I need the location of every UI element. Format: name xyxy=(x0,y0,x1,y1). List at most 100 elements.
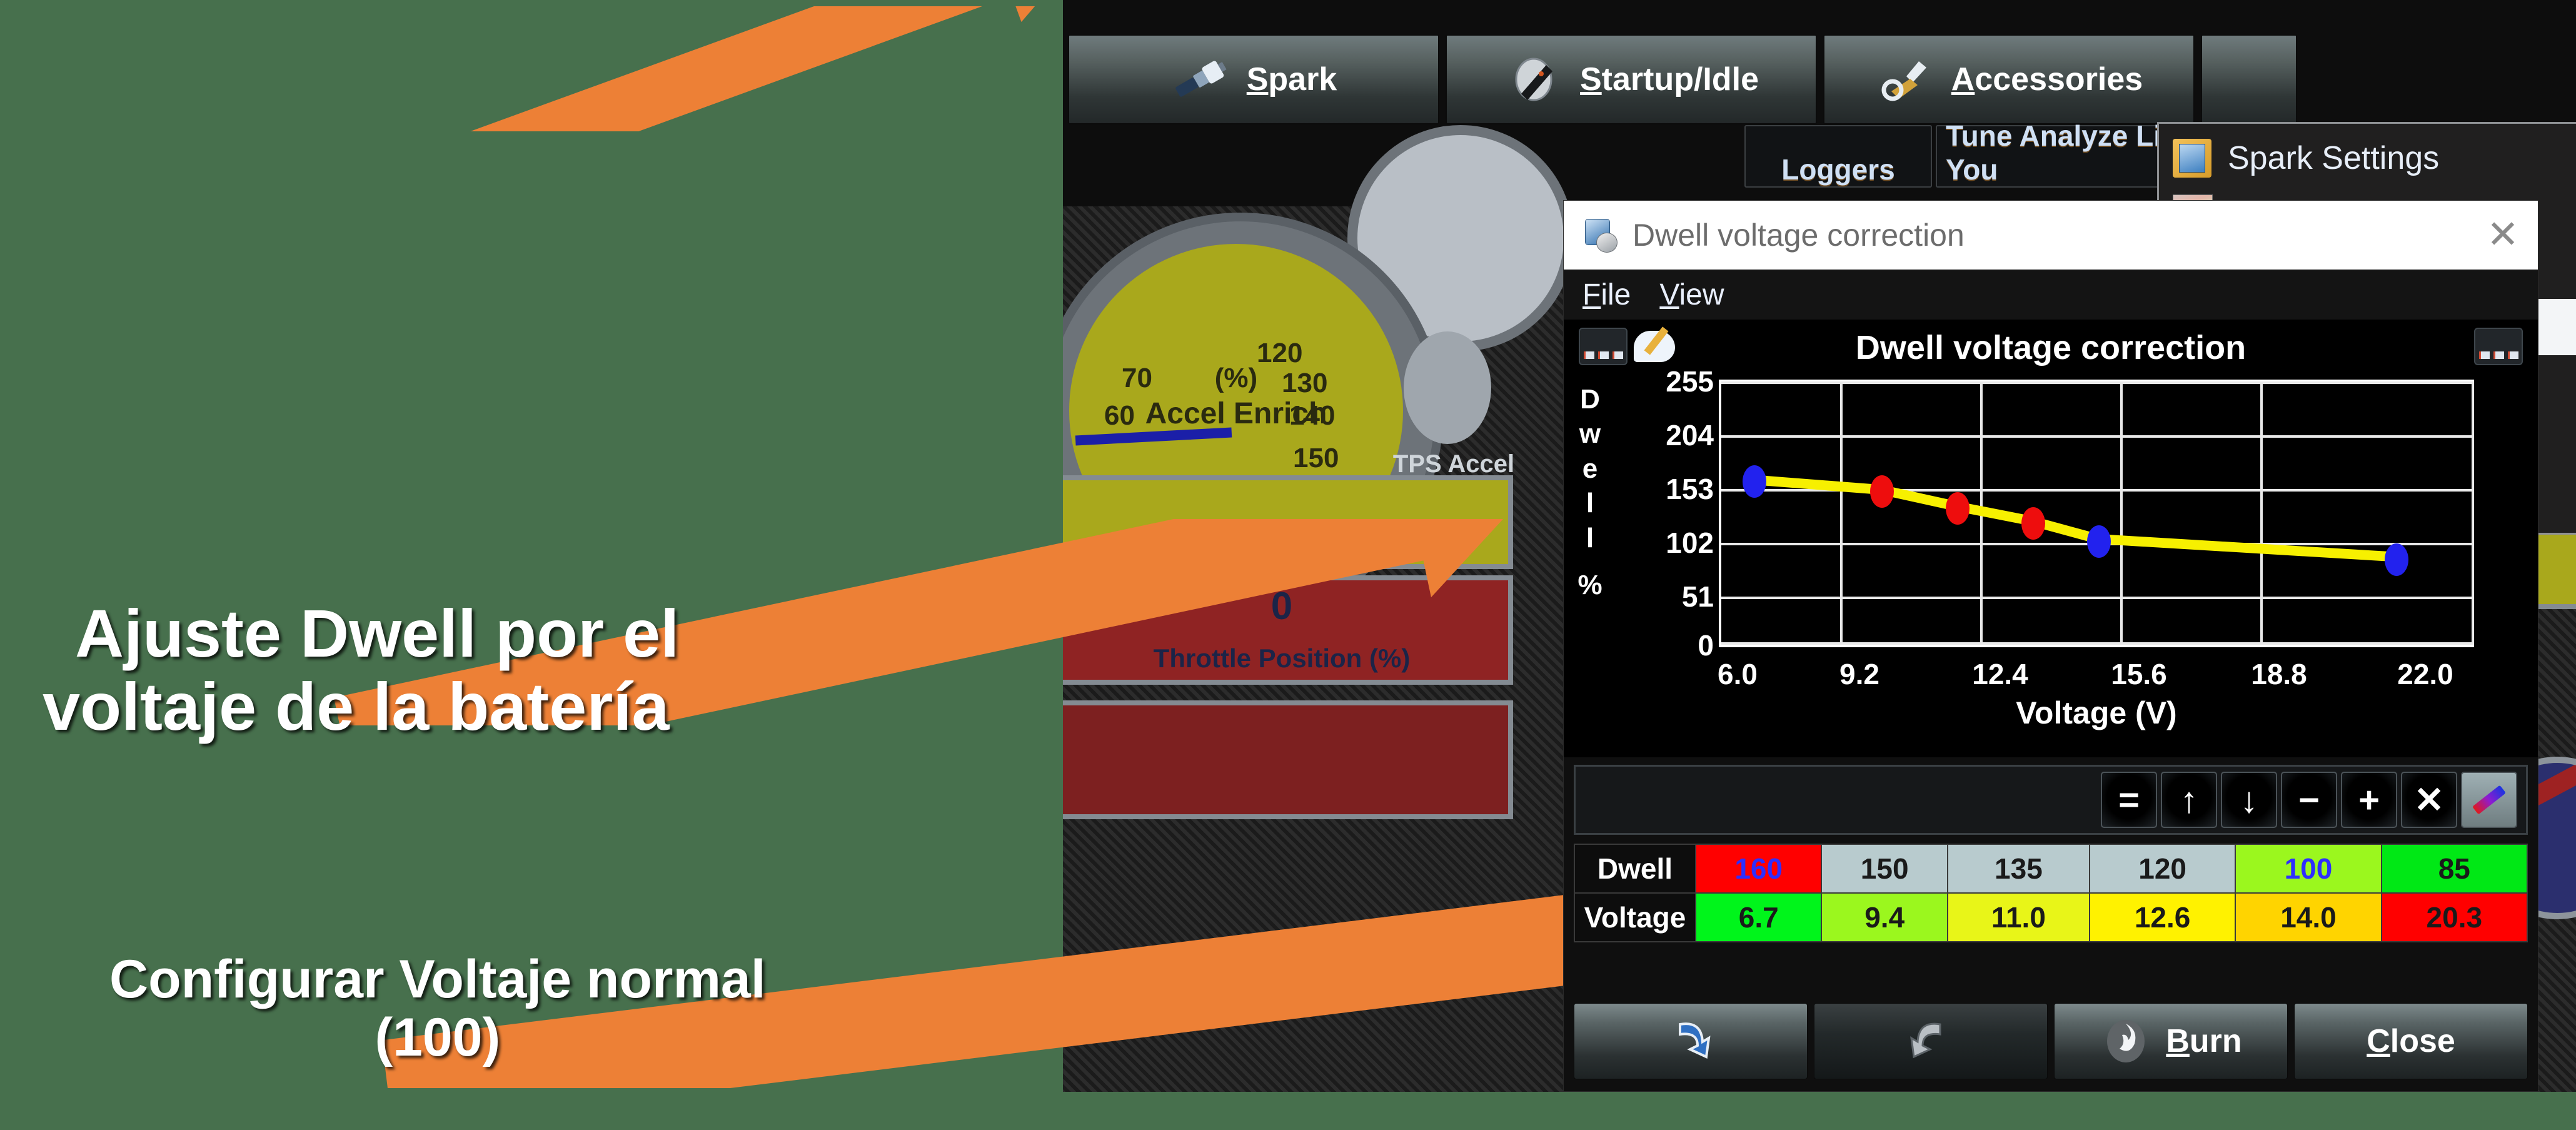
annotation-2-line1: Configurar Voltaje normal xyxy=(109,949,766,1009)
minus-button[interactable]: − xyxy=(2281,772,2337,828)
y-tick-0: 0 xyxy=(1698,629,1714,662)
chart-panel: Dwell voltage correction Dwell % 255 204… xyxy=(1564,320,2538,757)
app-window-icon xyxy=(1582,218,1618,253)
x-tick-6: 6.0 xyxy=(1718,658,1758,690)
main-tab-bar: Spark Startup/Idle Accessories xyxy=(1063,34,2576,124)
x-tick-22: 22.0 xyxy=(2397,658,2453,690)
row-header-voltage: Voltage xyxy=(1574,892,1696,942)
gauge-tick-120: 120 xyxy=(1257,338,1303,368)
tab-spark[interactable]: Spark xyxy=(1068,34,1439,124)
throttle-position-gauge: 0 Throttle Position (%) xyxy=(1063,575,1513,685)
plot-area[interactable] xyxy=(1719,380,2474,647)
gauge-tick-130: 130 xyxy=(1282,368,1328,398)
annotation-1-line1: Ajuste Dwell por el xyxy=(75,595,680,671)
annotation-text-1: Ajuste Dwell por el voltaje de la baterí… xyxy=(43,595,680,743)
table-row-dwell: Dwell 160 150 135 120 100 85 xyxy=(1574,844,2528,894)
subtab-loggers[interactable]: Loggers xyxy=(1744,125,1932,188)
dialog-title: Dwell voltage correction xyxy=(1633,218,1965,253)
cell-dwell-4[interactable]: 120 xyxy=(2088,844,2236,894)
undo-button[interactable] xyxy=(1574,1003,1808,1079)
dwell-voltage-table: Dwell 160 150 135 120 100 85 Voltage 6.7… xyxy=(1574,844,2528,942)
y-axis-tick-labels: 255 204 153 102 51 0 xyxy=(1601,365,1714,662)
cell-voltage-5[interactable]: 14.0 xyxy=(2235,892,2382,942)
cell-voltage-3[interactable]: 11.0 xyxy=(1946,892,2090,942)
increase-button[interactable]: ↑ xyxy=(2161,772,2217,828)
tps-accel-label: TPS Accel xyxy=(1392,450,1515,478)
tab-startup-idle-label: Startup/Idle xyxy=(1579,61,1759,98)
tab-startup-idle[interactable]: Startup/Idle xyxy=(1446,34,1817,124)
cell-dwell-6[interactable]: 85 xyxy=(2380,844,2528,894)
delete-button[interactable]: ✕ xyxy=(2401,772,2457,828)
y-tick-153: 153 xyxy=(1666,473,1714,505)
data-point-2[interactable] xyxy=(1870,475,1894,508)
tab-overflow[interactable] xyxy=(2201,34,2297,124)
menu-item-spark-settings[interactable]: Spark Settings xyxy=(2159,130,2576,186)
decrease-button[interactable]: ↓ xyxy=(2221,772,2277,828)
x-tick-12: 12.4 xyxy=(1972,658,2028,690)
x-tick-15: 15.6 xyxy=(2111,658,2167,690)
menu-file[interactable]: File xyxy=(1582,278,1631,312)
gauge-tick-70: 70 xyxy=(1122,363,1152,393)
spark-plug-icon xyxy=(1170,58,1230,101)
redo-button[interactable] xyxy=(1814,1003,2048,1079)
cell-voltage-1[interactable]: 6.7 xyxy=(1694,892,1823,942)
gauge-tick-140: 140 xyxy=(1289,400,1336,431)
burn-button-label: Burn xyxy=(2166,1023,2242,1059)
dwell-voltage-correction-dialog: Dwell voltage correction ✕ File View Dwe… xyxy=(1563,200,2538,1092)
data-point-4[interactable] xyxy=(2021,507,2045,540)
cell-voltage-2[interactable]: 9.4 xyxy=(1821,892,1948,942)
y-tick-51: 51 xyxy=(1681,580,1714,613)
undo-arrow-icon xyxy=(1679,1022,1711,1059)
cell-dwell-1[interactable]: 160 xyxy=(1694,844,1823,894)
dialog-action-bar: Burn Close xyxy=(1564,991,2538,1091)
redo-arrow-icon xyxy=(1910,1022,1941,1059)
equalize-button[interactable]: = xyxy=(2101,772,2157,828)
tps-accel-indicator xyxy=(1404,331,1491,444)
close-button[interactable]: Close xyxy=(2294,1003,2528,1079)
annotation-text-2: Configurar Voltaje normal (100) xyxy=(109,951,766,1067)
tab-accessories[interactable]: Accessories xyxy=(1823,34,2195,124)
dialog-menu-bar: File View xyxy=(1564,270,2538,320)
data-point-1[interactable] xyxy=(1743,465,1766,498)
accel-enrich-unit: (%) xyxy=(1214,363,1258,393)
x-axis-tick-labels: 6.0 9.2 12.4 15.6 18.8 22.0 xyxy=(1718,657,2474,695)
dots-menu-button-right[interactable] xyxy=(2474,328,2523,365)
x-axis-title: Voltage (V) xyxy=(2016,695,2177,730)
gauge-tick-150: 150 xyxy=(1293,443,1339,473)
cell-voltage-6[interactable]: 20.3 xyxy=(2380,892,2528,942)
tab-spark-label: Spark xyxy=(1246,61,1337,98)
y-tick-255: 255 xyxy=(1666,365,1714,398)
dialog-title-bar: Dwell voltage correction ✕ xyxy=(1564,201,2538,270)
dots-menu-button-left[interactable] xyxy=(1579,328,1628,365)
tunerstudio-window: (%) Accel Enrich 60 70 120 130 140 150 T… xyxy=(1063,0,2576,1092)
flame-icon xyxy=(2107,1020,2145,1062)
settings-icon xyxy=(2173,139,2211,178)
y-tick-102: 102 xyxy=(1666,527,1714,559)
tab-accessories-label: Accessories xyxy=(1951,61,2143,98)
annotation-2-line2: (100) xyxy=(375,1007,501,1067)
x-tick-9: 9.2 xyxy=(1839,658,1879,690)
cell-voltage-4[interactable]: 12.6 xyxy=(2088,892,2236,942)
data-point-5[interactable] xyxy=(2087,525,2111,558)
close-icon[interactable]: ✕ xyxy=(2487,216,2519,255)
plus-button[interactable]: + xyxy=(2341,772,2397,828)
annotate-button[interactable] xyxy=(1634,326,1678,366)
cell-dwell-5[interactable]: 100 xyxy=(2235,844,2382,894)
idle-dial-icon xyxy=(1504,58,1564,101)
cell-dwell-2[interactable]: 150 xyxy=(1821,844,1948,894)
row-header-dwell: Dwell xyxy=(1574,844,1696,894)
x-tick-18: 18.8 xyxy=(2251,658,2307,690)
throttle-position-value: 0 xyxy=(1270,585,1293,628)
pencil-tool-button[interactable] xyxy=(2461,772,2517,828)
data-point-6[interactable] xyxy=(2385,543,2408,576)
cell-dwell-3[interactable]: 135 xyxy=(1946,844,2090,894)
olive-bar-gauge xyxy=(1063,475,1513,569)
gauge-tick-60: 60 xyxy=(1104,400,1135,431)
lower-bar-gauge xyxy=(1063,700,1513,819)
menu-view[interactable]: View xyxy=(1659,278,1724,312)
data-point-3[interactable] xyxy=(1946,492,1970,525)
close-button-label: Close xyxy=(2367,1023,2455,1059)
wrench-gear-icon xyxy=(1875,58,1935,101)
series-polyline xyxy=(1754,475,2395,562)
burn-button[interactable]: Burn xyxy=(2054,1003,2288,1079)
